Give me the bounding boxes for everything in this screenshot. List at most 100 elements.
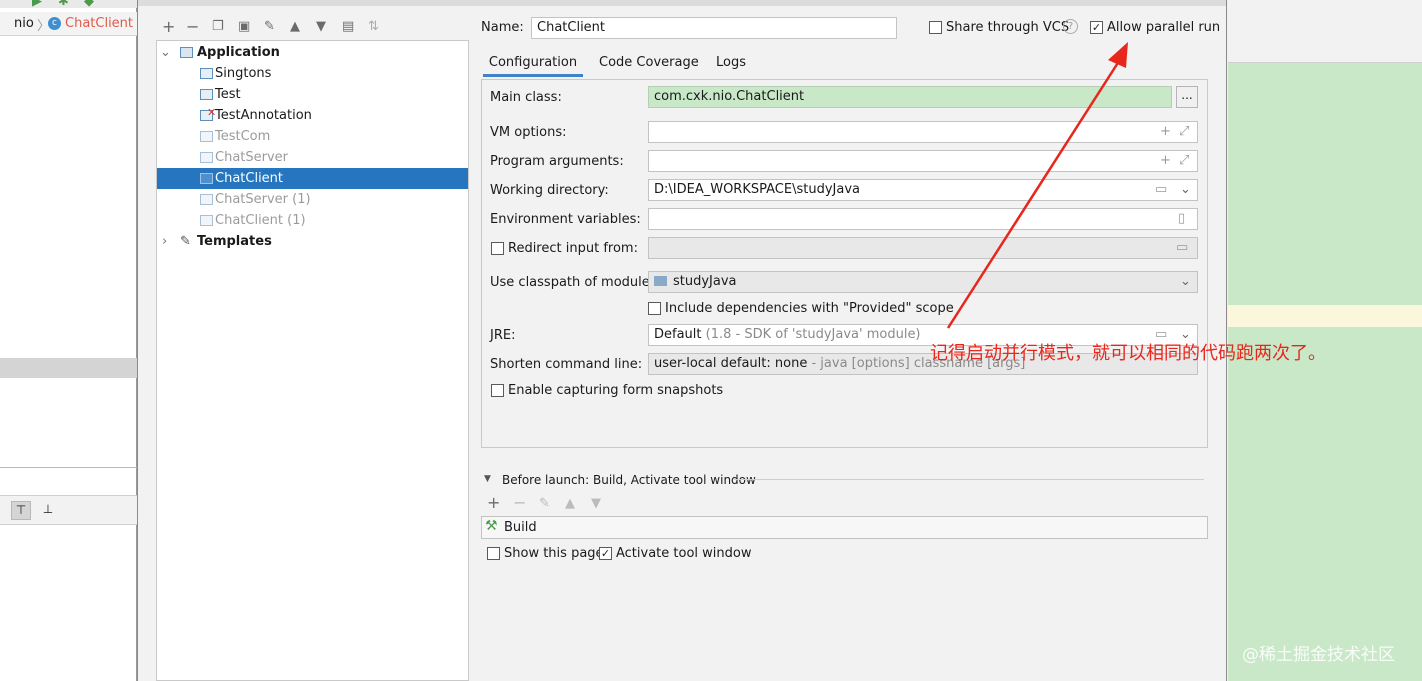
redirect-input-checkbox[interactable]	[491, 242, 504, 255]
coverage-icon[interactable]: ◆	[84, 0, 94, 9]
build-item[interactable]: Build	[504, 520, 537, 535]
redirect-input-label: Redirect input from:	[508, 241, 638, 256]
editor-background	[1228, 63, 1422, 681]
wrench-icon[interactable]: ✎	[264, 20, 275, 34]
tab-label: Configuration	[488, 55, 578, 70]
activate-window-label: Activate tool window	[616, 546, 752, 561]
debug-icon[interactable]: ✱	[58, 0, 69, 9]
snapshots-label: Enable capturing form snapshots	[508, 383, 724, 398]
share-vcs-checkbox[interactable]	[929, 21, 942, 34]
chevron-down-icon[interactable]: ⌄	[1180, 327, 1191, 343]
folder-icon: ▭	[1176, 240, 1189, 255]
watermark: @稀土掘金技术社区	[1242, 645, 1395, 665]
program-arguments-label: Program arguments:	[490, 154, 624, 169]
divider	[0, 467, 137, 468]
arrow-down-icon[interactable]: ▼	[591, 497, 601, 511]
chevron-down-icon[interactable]: ▼	[484, 474, 491, 484]
tree-item-label: ChatClient	[215, 171, 284, 186]
tree-item[interactable]: ChatClient (1)	[157, 210, 468, 231]
arrow-up-icon[interactable]: ▲	[290, 20, 300, 34]
shorten-command-value: user-local default: none	[654, 356, 808, 371]
application-icon	[180, 47, 193, 58]
save-icon[interactable]: ▣	[238, 20, 250, 34]
before-launch-toolbar: + − ✎ ▲ ▼	[481, 494, 681, 514]
application-config-icon	[200, 215, 213, 226]
main-class-input[interactable]: com.cxk.nio.ChatClient	[648, 86, 1172, 108]
browse-button[interactable]: ...	[1176, 86, 1198, 108]
pin-icon[interactable]: ⊤	[11, 501, 31, 520]
classpath-module-value: studyJava	[673, 274, 737, 289]
breadcrumb-item[interactable]: nio	[14, 16, 34, 31]
document-icon[interactable]: ▯	[1178, 211, 1185, 227]
tree-item-label: ChatClient (1)	[215, 213, 306, 228]
editor-highlight-line	[1228, 305, 1422, 327]
tree-node-application[interactable]: ⌄ Application	[157, 42, 468, 63]
chevron-down-icon[interactable]: ⌄	[1180, 274, 1191, 290]
folder-icon[interactable]: ▭	[1155, 182, 1167, 198]
folder-icon[interactable]: ▤	[342, 20, 354, 34]
application-config-icon	[200, 68, 213, 79]
copy-icon[interactable]: ❐	[212, 20, 224, 34]
expand-icon[interactable]: ⤢	[1179, 124, 1189, 140]
snapshots-checkbox[interactable]	[491, 384, 504, 397]
ide-toolbar: ▶ ✱ ◆	[0, 0, 137, 9]
annotation-text: 记得启动并行模式，就可以相同的代码跑两次了。	[930, 343, 1326, 364]
tree-item-selected[interactable]: ChatClient	[157, 168, 468, 189]
chevron-down-icon[interactable]: ⌄	[160, 42, 171, 63]
program-arguments-input[interactable]: + ⤢	[648, 150, 1198, 172]
chevron-right-icon[interactable]: ›	[162, 231, 167, 252]
tree-node-label: Application	[197, 45, 280, 60]
tab-logs[interactable]: Logs	[716, 55, 746, 77]
application-config-icon	[200, 89, 213, 100]
folder-icon[interactable]: ▭	[1155, 327, 1167, 343]
tree-item[interactable]: ChatServer	[157, 147, 468, 168]
arrow-up-icon[interactable]: ▲	[565, 497, 575, 511]
include-deps-checkbox[interactable]	[648, 302, 661, 315]
remove-icon[interactable]: −	[513, 495, 526, 511]
tree-item[interactable]: ChatServer (1)	[157, 189, 468, 210]
add-icon[interactable]: +	[162, 19, 175, 35]
tree-item[interactable]: Test	[157, 84, 468, 105]
tab-label: Logs	[716, 55, 746, 70]
show-page-checkbox[interactable]	[487, 547, 500, 560]
vm-options-input[interactable]: + ⤢	[648, 121, 1198, 143]
tree-item[interactable]: ✕ TestAnnotation	[157, 105, 468, 126]
tab-configuration[interactable]: Configuration	[483, 55, 583, 77]
add-icon[interactable]: +	[487, 495, 500, 511]
chevron-down-icon[interactable]: ⌄	[1180, 182, 1191, 198]
help-icon[interactable]: ?	[1063, 19, 1078, 34]
dialog-titlebar-edge	[138, 0, 1226, 6]
pin-down-icon[interactable]: ⊥	[38, 501, 58, 520]
environment-variables-input[interactable]: ▯	[648, 208, 1198, 230]
parallel-run-checkbox[interactable]: ✓	[1090, 21, 1103, 34]
tree-item-label: TestAnnotation	[215, 108, 312, 123]
tree-item[interactable]: Singtons	[157, 63, 468, 84]
application-config-icon	[200, 152, 213, 163]
classpath-module-select[interactable]: studyJava ⌄	[648, 271, 1198, 293]
add-icon[interactable]: +	[1160, 153, 1171, 169]
add-icon[interactable]: +	[1160, 124, 1171, 140]
before-launch-list: ⚒ Build	[481, 516, 1208, 539]
arrow-down-icon[interactable]: ▼	[316, 20, 326, 34]
run-icon[interactable]: ▶	[32, 0, 42, 9]
tree-node-label: Templates	[197, 234, 272, 249]
sort-icon[interactable]: ⇅	[368, 20, 379, 34]
remove-icon[interactable]: −	[186, 19, 199, 35]
working-directory-value: D:\IDEA_WORKSPACE\studyJava	[654, 182, 860, 197]
include-deps-label: Include dependencies with "Provided" sco…	[665, 301, 954, 316]
tree-item-label: Singtons	[215, 66, 272, 81]
working-directory-input[interactable]: D:\IDEA_WORKSPACE\studyJava ▭ ⌄	[648, 179, 1198, 201]
tab-code-coverage[interactable]: Code Coverage	[599, 55, 699, 77]
name-input[interactable]: ChatClient	[531, 17, 897, 39]
tree-item[interactable]: TestCom	[157, 126, 468, 147]
wrench-icon: ✎	[180, 234, 191, 249]
expand-icon[interactable]: ⤢	[1179, 153, 1189, 169]
tab-label: Code Coverage	[599, 55, 699, 70]
breadcrumb-item[interactable]: ChatClient	[65, 16, 133, 31]
ide-selected-row	[0, 358, 137, 378]
edit-icon[interactable]: ✎	[539, 497, 550, 511]
activate-window-checkbox[interactable]: ✓	[599, 547, 612, 560]
before-launch-title[interactable]: Before launch: Build, Activate tool wind…	[502, 472, 756, 488]
ide-project-panel	[0, 0, 137, 681]
tree-node-templates[interactable]: › ✎ Templates	[157, 231, 468, 252]
